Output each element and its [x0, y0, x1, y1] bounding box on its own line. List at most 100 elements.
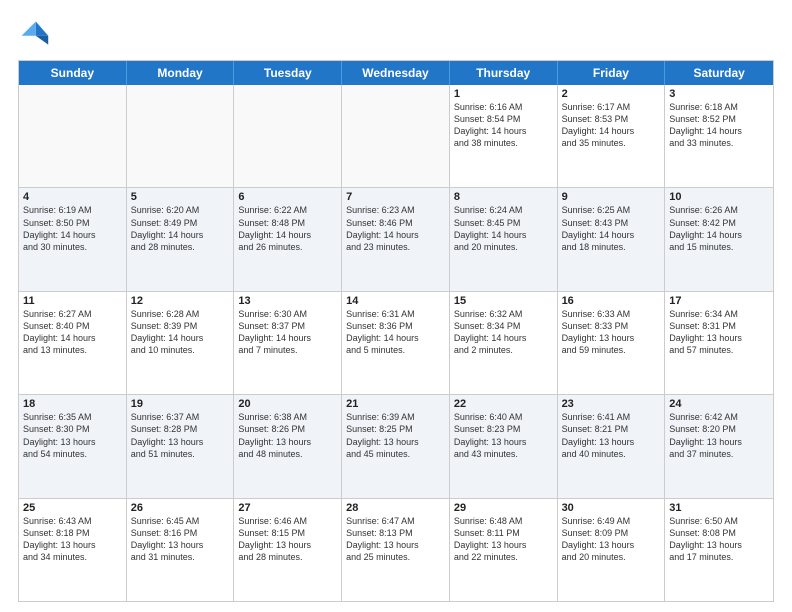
calendar-body: 1Sunrise: 6:16 AM Sunset: 8:54 PM Daylig… — [19, 85, 773, 601]
day-info: Sunrise: 6:43 AM Sunset: 8:18 PM Dayligh… — [23, 515, 122, 564]
day-cell-24: 24Sunrise: 6:42 AM Sunset: 8:20 PM Dayli… — [665, 395, 773, 497]
calendar-row-2: 11Sunrise: 6:27 AM Sunset: 8:40 PM Dayli… — [19, 291, 773, 394]
day-number: 20 — [238, 398, 337, 410]
day-cell-5: 5Sunrise: 6:20 AM Sunset: 8:49 PM Daylig… — [127, 188, 235, 290]
day-info: Sunrise: 6:41 AM Sunset: 8:21 PM Dayligh… — [562, 411, 661, 460]
day-cell-4: 4Sunrise: 6:19 AM Sunset: 8:50 PM Daylig… — [19, 188, 127, 290]
weekday-header-friday: Friday — [558, 61, 666, 85]
header — [18, 18, 774, 50]
day-number: 31 — [669, 502, 769, 514]
day-number: 28 — [346, 502, 445, 514]
logo — [18, 18, 54, 50]
day-cell-16: 16Sunrise: 6:33 AM Sunset: 8:33 PM Dayli… — [558, 292, 666, 394]
day-cell-1: 1Sunrise: 6:16 AM Sunset: 8:54 PM Daylig… — [450, 85, 558, 187]
day-number: 1 — [454, 88, 553, 100]
day-cell-22: 22Sunrise: 6:40 AM Sunset: 8:23 PM Dayli… — [450, 395, 558, 497]
day-number: 13 — [238, 295, 337, 307]
day-info: Sunrise: 6:26 AM Sunset: 8:42 PM Dayligh… — [669, 204, 769, 253]
day-info: Sunrise: 6:32 AM Sunset: 8:34 PM Dayligh… — [454, 308, 553, 357]
day-cell-3: 3Sunrise: 6:18 AM Sunset: 8:52 PM Daylig… — [665, 85, 773, 187]
empty-cell — [342, 85, 450, 187]
calendar-row-4: 25Sunrise: 6:43 AM Sunset: 8:18 PM Dayli… — [19, 498, 773, 601]
day-number: 15 — [454, 295, 553, 307]
weekday-header-monday: Monday — [127, 61, 235, 85]
day-number: 22 — [454, 398, 553, 410]
day-cell-13: 13Sunrise: 6:30 AM Sunset: 8:37 PM Dayli… — [234, 292, 342, 394]
day-number: 6 — [238, 191, 337, 203]
weekday-header-wednesday: Wednesday — [342, 61, 450, 85]
day-info: Sunrise: 6:45 AM Sunset: 8:16 PM Dayligh… — [131, 515, 230, 564]
day-info: Sunrise: 6:17 AM Sunset: 8:53 PM Dayligh… — [562, 101, 661, 150]
day-info: Sunrise: 6:30 AM Sunset: 8:37 PM Dayligh… — [238, 308, 337, 357]
day-cell-12: 12Sunrise: 6:28 AM Sunset: 8:39 PM Dayli… — [127, 292, 235, 394]
empty-cell — [19, 85, 127, 187]
day-info: Sunrise: 6:34 AM Sunset: 8:31 PM Dayligh… — [669, 308, 769, 357]
day-cell-9: 9Sunrise: 6:25 AM Sunset: 8:43 PM Daylig… — [558, 188, 666, 290]
calendar-row-1: 4Sunrise: 6:19 AM Sunset: 8:50 PM Daylig… — [19, 187, 773, 290]
day-number: 7 — [346, 191, 445, 203]
day-number: 27 — [238, 502, 337, 514]
day-number: 14 — [346, 295, 445, 307]
day-cell-30: 30Sunrise: 6:49 AM Sunset: 8:09 PM Dayli… — [558, 499, 666, 601]
logo-icon — [18, 18, 50, 50]
day-cell-21: 21Sunrise: 6:39 AM Sunset: 8:25 PM Dayli… — [342, 395, 450, 497]
day-cell-25: 25Sunrise: 6:43 AM Sunset: 8:18 PM Dayli… — [19, 499, 127, 601]
calendar-row-3: 18Sunrise: 6:35 AM Sunset: 8:30 PM Dayli… — [19, 394, 773, 497]
day-cell-14: 14Sunrise: 6:31 AM Sunset: 8:36 PM Dayli… — [342, 292, 450, 394]
day-info: Sunrise: 6:39 AM Sunset: 8:25 PM Dayligh… — [346, 411, 445, 460]
day-number: 12 — [131, 295, 230, 307]
day-info: Sunrise: 6:37 AM Sunset: 8:28 PM Dayligh… — [131, 411, 230, 460]
day-number: 26 — [131, 502, 230, 514]
day-number: 25 — [23, 502, 122, 514]
day-number: 30 — [562, 502, 661, 514]
day-cell-29: 29Sunrise: 6:48 AM Sunset: 8:11 PM Dayli… — [450, 499, 558, 601]
day-cell-6: 6Sunrise: 6:22 AM Sunset: 8:48 PM Daylig… — [234, 188, 342, 290]
day-cell-17: 17Sunrise: 6:34 AM Sunset: 8:31 PM Dayli… — [665, 292, 773, 394]
day-info: Sunrise: 6:25 AM Sunset: 8:43 PM Dayligh… — [562, 204, 661, 253]
day-number: 2 — [562, 88, 661, 100]
day-cell-19: 19Sunrise: 6:37 AM Sunset: 8:28 PM Dayli… — [127, 395, 235, 497]
day-cell-23: 23Sunrise: 6:41 AM Sunset: 8:21 PM Dayli… — [558, 395, 666, 497]
day-number: 11 — [23, 295, 122, 307]
day-cell-26: 26Sunrise: 6:45 AM Sunset: 8:16 PM Dayli… — [127, 499, 235, 601]
day-cell-11: 11Sunrise: 6:27 AM Sunset: 8:40 PM Dayli… — [19, 292, 127, 394]
day-number: 3 — [669, 88, 769, 100]
day-number: 9 — [562, 191, 661, 203]
calendar-row-0: 1Sunrise: 6:16 AM Sunset: 8:54 PM Daylig… — [19, 85, 773, 187]
day-cell-8: 8Sunrise: 6:24 AM Sunset: 8:45 PM Daylig… — [450, 188, 558, 290]
day-cell-20: 20Sunrise: 6:38 AM Sunset: 8:26 PM Dayli… — [234, 395, 342, 497]
day-info: Sunrise: 6:22 AM Sunset: 8:48 PM Dayligh… — [238, 204, 337, 253]
day-number: 4 — [23, 191, 122, 203]
day-info: Sunrise: 6:40 AM Sunset: 8:23 PM Dayligh… — [454, 411, 553, 460]
day-info: Sunrise: 6:31 AM Sunset: 8:36 PM Dayligh… — [346, 308, 445, 357]
day-cell-10: 10Sunrise: 6:26 AM Sunset: 8:42 PM Dayli… — [665, 188, 773, 290]
day-cell-28: 28Sunrise: 6:47 AM Sunset: 8:13 PM Dayli… — [342, 499, 450, 601]
day-number: 8 — [454, 191, 553, 203]
day-number: 5 — [131, 191, 230, 203]
day-info: Sunrise: 6:20 AM Sunset: 8:49 PM Dayligh… — [131, 204, 230, 253]
empty-cell — [127, 85, 235, 187]
day-info: Sunrise: 6:24 AM Sunset: 8:45 PM Dayligh… — [454, 204, 553, 253]
day-cell-15: 15Sunrise: 6:32 AM Sunset: 8:34 PM Dayli… — [450, 292, 558, 394]
day-number: 16 — [562, 295, 661, 307]
day-number: 17 — [669, 295, 769, 307]
day-info: Sunrise: 6:49 AM Sunset: 8:09 PM Dayligh… — [562, 515, 661, 564]
calendar-header: SundayMondayTuesdayWednesdayThursdayFrid… — [19, 61, 773, 85]
day-number: 24 — [669, 398, 769, 410]
day-info: Sunrise: 6:33 AM Sunset: 8:33 PM Dayligh… — [562, 308, 661, 357]
day-info: Sunrise: 6:23 AM Sunset: 8:46 PM Dayligh… — [346, 204, 445, 253]
day-number: 29 — [454, 502, 553, 514]
day-cell-2: 2Sunrise: 6:17 AM Sunset: 8:53 PM Daylig… — [558, 85, 666, 187]
day-number: 18 — [23, 398, 122, 410]
day-info: Sunrise: 6:16 AM Sunset: 8:54 PM Dayligh… — [454, 101, 553, 150]
day-info: Sunrise: 6:47 AM Sunset: 8:13 PM Dayligh… — [346, 515, 445, 564]
day-info: Sunrise: 6:50 AM Sunset: 8:08 PM Dayligh… — [669, 515, 769, 564]
day-info: Sunrise: 6:48 AM Sunset: 8:11 PM Dayligh… — [454, 515, 553, 564]
day-info: Sunrise: 6:38 AM Sunset: 8:26 PM Dayligh… — [238, 411, 337, 460]
day-info: Sunrise: 6:35 AM Sunset: 8:30 PM Dayligh… — [23, 411, 122, 460]
weekday-header-sunday: Sunday — [19, 61, 127, 85]
day-cell-7: 7Sunrise: 6:23 AM Sunset: 8:46 PM Daylig… — [342, 188, 450, 290]
page: SundayMondayTuesdayWednesdayThursdayFrid… — [0, 0, 792, 612]
calendar: SundayMondayTuesdayWednesdayThursdayFrid… — [18, 60, 774, 602]
day-info: Sunrise: 6:42 AM Sunset: 8:20 PM Dayligh… — [669, 411, 769, 460]
